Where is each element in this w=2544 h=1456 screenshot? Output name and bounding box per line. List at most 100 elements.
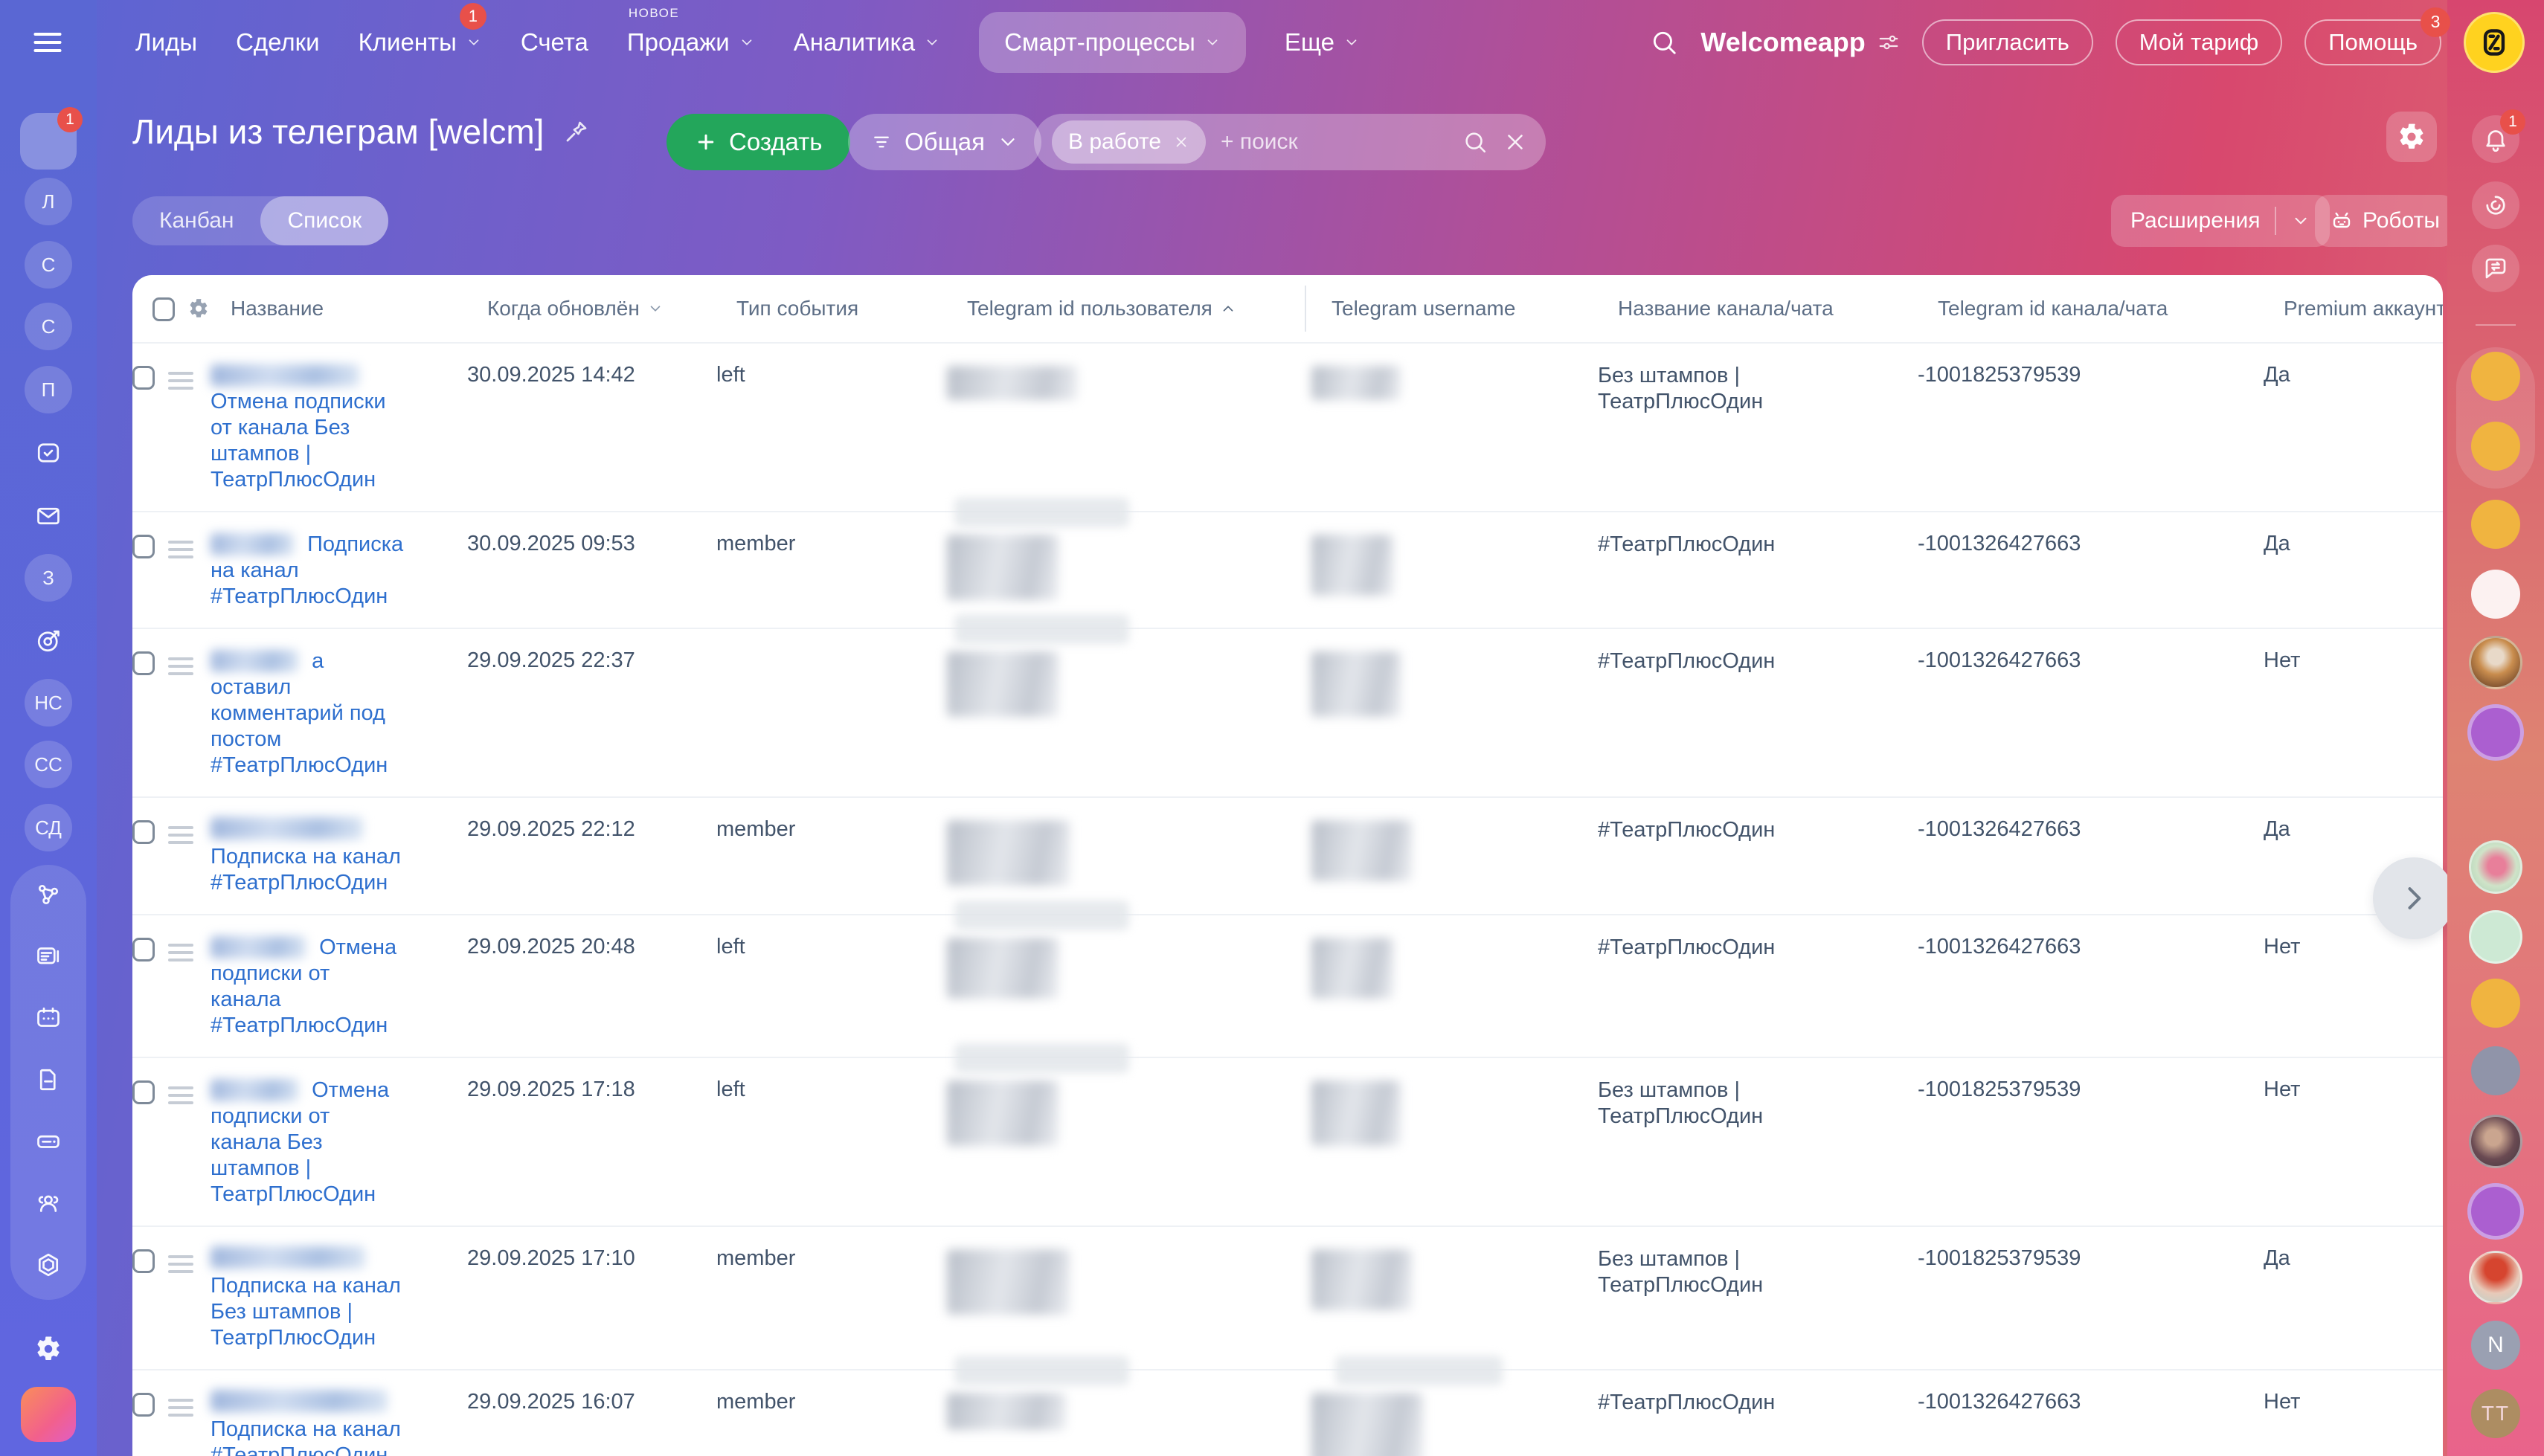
nav-item-deals[interactable]: Сделки xyxy=(236,28,319,57)
account-switcher[interactable]: Welcomeapp xyxy=(1700,27,1899,58)
sidebar-item-welcomeapp-bot[interactable] xyxy=(2471,500,2520,549)
sidebar-item-products[interactable] xyxy=(25,1241,72,1289)
nav-item-leads[interactable]: Лиды xyxy=(135,28,197,57)
clear-search-icon[interactable] xyxy=(1503,129,1528,155)
search-icon[interactable] xyxy=(1462,129,1488,155)
filter-tag[interactable]: В работе xyxy=(1052,120,1207,164)
global-search-icon[interactable] xyxy=(1650,28,1678,57)
drag-handle-icon[interactable] xyxy=(168,826,211,844)
lead-name-link[interactable]: Отмена подписки от канала Без штампов | … xyxy=(211,390,386,492)
drag-handle-icon[interactable] xyxy=(168,1255,211,1273)
expand-panel-button[interactable] xyxy=(2373,857,2455,939)
drag-handle-icon[interactable] xyxy=(168,541,211,558)
sidebar-item-notifications[interactable]: 1 xyxy=(2472,109,2525,163)
sidebar-item-contact-man[interactable] xyxy=(2469,1115,2522,1168)
drag-handle-icon[interactable] xyxy=(168,657,211,675)
sidebar-item-pipeline-sd[interactable]: СД xyxy=(25,804,72,851)
sidebar-item-news[interactable] xyxy=(25,932,72,980)
lead-name-link[interactable]: Подписка на канал Без штампов | ТеатрПлю… xyxy=(211,1274,401,1350)
sidebar-item-ai-assistant[interactable] xyxy=(2472,181,2519,229)
column-header-tg-chat-id[interactable]: Telegram id канала/чата xyxy=(1938,297,2284,320)
robots-button[interactable]: Роботы xyxy=(2315,195,2455,247)
sidebar-item-ai-swirl-2[interactable] xyxy=(2467,1183,2524,1240)
sidebar-item-pipeline-z[interactable]: З xyxy=(25,554,72,602)
pipeline-filter-button[interactable]: Общая xyxy=(848,114,1041,170)
row-checkbox[interactable] xyxy=(132,651,155,675)
sidebar-item-pipeline-s2[interactable]: С xyxy=(25,303,72,350)
column-header-premium[interactable]: Premium аккаунт xyxy=(2284,297,2443,320)
drag-handle-icon[interactable] xyxy=(168,944,211,961)
sidebar-item-storage[interactable] xyxy=(25,1118,72,1165)
column-header-tg-user-id[interactable]: Telegram id пользователя xyxy=(967,297,1303,320)
nav-item-sales[interactable]: НОВОЕ Продажи xyxy=(627,6,755,57)
menu-toggle[interactable] xyxy=(31,0,64,84)
sidebar-item-contact-n[interactable]: N xyxy=(2471,1321,2520,1370)
pin-icon[interactable] xyxy=(563,118,590,145)
sidebar-item-contact-fitness[interactable] xyxy=(2469,840,2522,894)
view-tab-kanban[interactable]: Канбан xyxy=(132,196,260,245)
sidebar-item-docs-bot[interactable] xyxy=(2471,1046,2520,1095)
sidebar-item-pipeline-ns[interactable]: НС xyxy=(25,679,72,727)
list-settings-button[interactable] xyxy=(2386,112,2437,162)
nav-item-invoices[interactable]: Счета xyxy=(521,28,588,57)
sidebar-item-contact-woman[interactable] xyxy=(2469,1251,2522,1304)
sidebar-item-ai-swirl-1[interactable] xyxy=(2467,704,2524,761)
my-plan-button[interactable]: Мой тариф xyxy=(2115,19,2283,65)
sidebar-item-integrations[interactable] xyxy=(25,871,72,918)
sidebar-item-pipeline-ss[interactable]: СС xyxy=(25,741,72,788)
search-bar[interactable]: В работе + поиск xyxy=(1034,114,1546,170)
row-checkbox[interactable] xyxy=(132,1393,155,1417)
remove-tag-icon[interactable] xyxy=(1173,134,1189,150)
sidebar-item-pipeline-p[interactable]: П xyxy=(25,366,72,413)
lead-name-link[interactable]: Подписка на канал #ТеатрПлюсОдин xyxy=(211,845,401,895)
drag-handle-icon[interactable] xyxy=(168,1399,211,1417)
drag-handle-icon[interactable] xyxy=(168,1086,211,1104)
row-checkbox[interactable] xyxy=(132,1080,155,1104)
column-header-channel-name[interactable]: Название канала/чата xyxy=(1618,297,1938,320)
row-checkbox[interactable] xyxy=(132,535,155,558)
lead-name-link[interactable]: Подписка на канал #ТеатрПлюсОдин xyxy=(211,1417,401,1456)
sidebar-item-tasks[interactable] xyxy=(25,429,72,477)
sidebar-item-settings[interactable] xyxy=(25,1325,72,1373)
sidebar-item-mail[interactable] xyxy=(25,492,72,540)
sidebar-item-goals[interactable] xyxy=(25,617,72,665)
create-button[interactable]: Создать xyxy=(666,114,851,170)
sidebar-item-chat-sync[interactable] xyxy=(2472,245,2519,292)
sidebar-item-calendar[interactable] xyxy=(25,994,72,1042)
sidebar-item-pipeline-l[interactable]: Л xyxy=(25,178,72,225)
gear-icon xyxy=(2397,123,2426,151)
column-header-event-type[interactable]: Тип события xyxy=(736,297,967,320)
row-checkbox[interactable] xyxy=(132,820,155,844)
row-checkbox[interactable] xyxy=(132,938,155,961)
view-tab-list[interactable]: Список xyxy=(260,196,389,245)
row-checkbox[interactable] xyxy=(132,1249,155,1273)
extensions-button[interactable]: Расширения xyxy=(2111,195,2331,247)
sidebar-item-contact-elder[interactable] xyxy=(2469,636,2522,689)
column-header-name[interactable]: Название xyxy=(231,297,487,320)
sidebar-item-smart-process-active[interactable]: 1 xyxy=(20,107,83,170)
sidebar-item-whale-bot[interactable] xyxy=(2471,979,2520,1028)
sidebar-item-sber-integration[interactable] xyxy=(2471,570,2520,619)
invite-button[interactable]: Пригласить xyxy=(1921,19,2093,65)
column-header-updated[interactable]: Когда обновлён xyxy=(487,297,736,320)
sidebar-item-bot-robot[interactable] xyxy=(2469,910,2522,964)
column-header-tg-username[interactable]: Telegram username xyxy=(1332,297,1618,320)
sidebar-item-contact-tt[interactable]: TT xyxy=(2471,1389,2520,1438)
help-button[interactable]: Помощь 3 xyxy=(2304,7,2450,65)
drag-handle-icon[interactable] xyxy=(168,372,211,390)
right-sidebar: 1 N TT xyxy=(2447,0,2544,1456)
row-checkbox[interactable] xyxy=(132,366,155,390)
sidebar-item-booster[interactable] xyxy=(21,1387,76,1442)
avatar[interactable] xyxy=(2464,11,2525,73)
select-all-checkbox[interactable] xyxy=(152,297,175,321)
columns-settings-icon[interactable] xyxy=(188,298,231,319)
nav-item-smart-processes[interactable]: Смарт-процессы xyxy=(979,11,1246,73)
sidebar-item-saved[interactable] xyxy=(2471,352,2520,401)
sidebar-item-pipeline-s1[interactable]: С xyxy=(25,241,72,289)
sidebar-item-documents[interactable] xyxy=(25,1056,72,1104)
nav-item-more[interactable]: Еще xyxy=(1285,28,1360,57)
sidebar-item-smart-links[interactable] xyxy=(2471,422,2520,471)
nav-item-clients[interactable]: Клиенты 1 xyxy=(359,2,486,57)
nav-item-analytics[interactable]: Аналитика xyxy=(794,28,940,57)
sidebar-item-team[interactable] xyxy=(25,1179,72,1227)
